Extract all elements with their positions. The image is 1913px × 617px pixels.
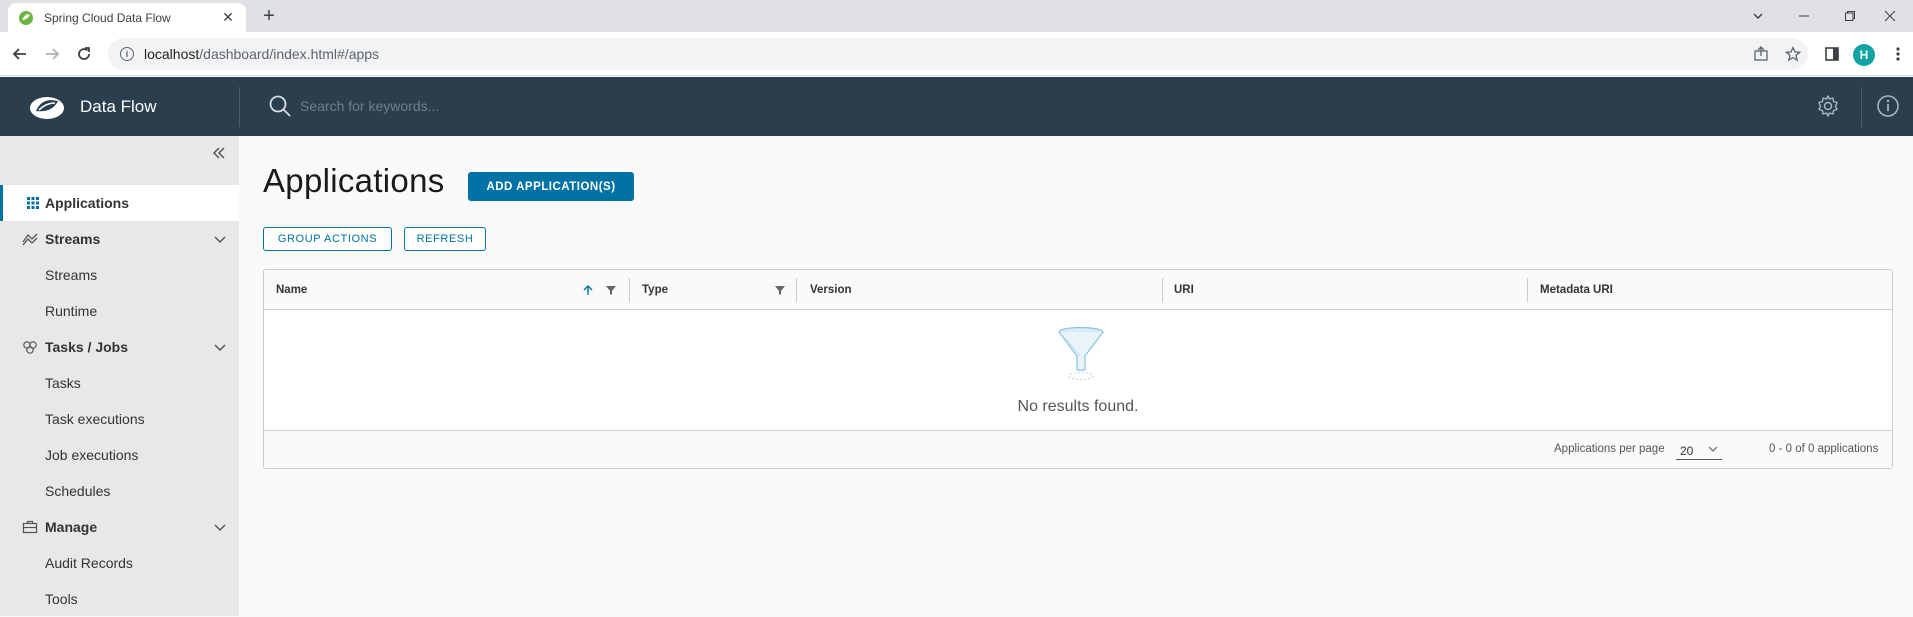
forward-icon[interactable] [38, 40, 66, 68]
column-header-metadata-uri[interactable]: Metadata URI [1540, 270, 1613, 310]
close-window-icon[interactable] [1867, 0, 1913, 32]
main-content: Applications ADD APPLICATION(S) GROUP AC… [239, 136, 1913, 616]
share-icon[interactable] [1749, 42, 1773, 66]
sidebar-item-label: Tasks / Jobs [45, 339, 129, 355]
sidebar-item-label: Tasks [45, 375, 81, 391]
filter-icon[interactable] [605, 284, 617, 296]
sidebar-item-tasks[interactable]: Tasks [0, 365, 239, 401]
header-divider [239, 87, 240, 127]
group-actions-button[interactable]: GROUP ACTIONS [263, 227, 392, 251]
column-header-uri[interactable]: URI [1174, 270, 1194, 310]
column-header-name[interactable]: Name [276, 270, 307, 310]
per-page-value: 20 [1680, 444, 1694, 458]
tasks-icon [23, 341, 37, 354]
collapse-sidebar-icon[interactable] [212, 146, 228, 162]
column-separator[interactable] [1527, 278, 1528, 302]
refresh-button[interactable]: REFRESH [404, 227, 486, 251]
sidebar: Applications Streams Streams Runtime Tas… [0, 136, 239, 616]
chevron-down-icon [214, 344, 226, 352]
close-tab-icon[interactable]: ✕ [220, 9, 236, 26]
settings-gear-icon[interactable] [1816, 94, 1840, 118]
app-header: Data Flow [0, 77, 1913, 136]
sidebar-item-tools[interactable]: Tools [0, 581, 239, 617]
info-icon[interactable] [1876, 94, 1900, 118]
header-divider-right [1861, 87, 1862, 127]
table-header: Name Type Version URI Metadata URI [264, 270, 1892, 310]
sidebar-item-label: Schedules [45, 483, 111, 499]
sidebar-item-label: Job executions [45, 447, 139, 463]
streams-icon [22, 233, 38, 246]
sidebar-group-streams[interactable]: Streams [0, 221, 239, 257]
minimize-icon[interactable] [1781, 0, 1827, 32]
search-icon [269, 95, 291, 117]
sidebar-item-label: Task executions [45, 411, 145, 427]
pagination-count: 0 - 0 of 0 applications [1769, 443, 1879, 455]
spring-favicon-icon [19, 10, 33, 25]
search-box [268, 94, 700, 118]
search-input[interactable] [300, 98, 700, 114]
browser-toolbar: i localhost/dashboard/index.html#/apps H [0, 32, 1913, 76]
column-header-version[interactable]: Version [810, 270, 852, 310]
column-separator[interactable] [629, 278, 630, 302]
filter-icon[interactable] [774, 284, 786, 296]
empty-state: No results found. [264, 310, 1892, 430]
sidebar-item-label: Streams [45, 231, 101, 247]
side-panel-icon[interactable] [1820, 42, 1844, 66]
chevron-down-icon [214, 236, 226, 244]
add-application-button[interactable]: ADD APPLICATION(S) [468, 172, 634, 201]
reload-icon[interactable] [70, 40, 98, 68]
applications-table: Name Type Version URI Metadata URI No re… [263, 269, 1893, 469]
sidebar-item-label: Tools [45, 591, 78, 607]
chevron-down-icon [214, 524, 226, 532]
per-page-label: Applications per page [1554, 443, 1665, 455]
sidebar-item-label: Streams [45, 267, 98, 283]
sidebar-item-label: Manage [45, 519, 98, 535]
sidebar-group-tasks-jobs[interactable]: Tasks / Jobs [0, 329, 239, 365]
column-separator[interactable] [1162, 278, 1163, 302]
browser-tab-title: Spring Cloud Data Flow [44, 10, 171, 25]
browser-tab-strip: Spring Cloud Data Flow ✕ + [0, 0, 1913, 32]
empty-message: No results found. [1017, 398, 1139, 415]
apps-grid-icon [27, 197, 39, 209]
browser-tab[interactable]: Spring Cloud Data Flow ✕ [8, 3, 246, 32]
sort-ascending-icon[interactable] [582, 284, 594, 296]
brand-name: Data Flow [80, 96, 157, 116]
url-host: localhost [144, 46, 200, 62]
back-icon[interactable] [6, 40, 34, 68]
sidebar-item-label: Runtime [45, 303, 98, 319]
empty-funnel-icon [1058, 326, 1104, 380]
sidebar-item-label: Applications [45, 195, 130, 211]
url-path: /dashboard/index.html#/apps [199, 46, 380, 62]
browser-menu-icon[interactable] [1886, 42, 1910, 66]
table-footer: Applications per page 20 0 - 0 of 0 appl… [264, 430, 1892, 468]
tab-search-icon[interactable] [1735, 0, 1781, 32]
sidebar-item-streams[interactable]: Streams [0, 257, 239, 293]
column-header-type[interactable]: Type [642, 270, 668, 310]
address-bar[interactable]: i localhost/dashboard/index.html#/apps [108, 38, 1808, 70]
profile-avatar[interactable]: H [1853, 44, 1875, 66]
sidebar-item-schedules[interactable]: Schedules [0, 473, 239, 509]
sidebar-item-job-executions[interactable]: Job executions [0, 437, 239, 473]
brand[interactable]: Data Flow [28, 77, 157, 136]
chevron-down-icon [1708, 446, 1718, 452]
per-page-select[interactable]: 20 [1676, 442, 1722, 460]
sidebar-item-label: Audit Records [45, 555, 133, 571]
sidebar-item-applications[interactable]: Applications [0, 185, 239, 221]
data-flow-logo-icon [30, 96, 64, 119]
page-title: Applications [263, 162, 445, 199]
sidebar-group-manage[interactable]: Manage [0, 509, 239, 545]
sidebar-item-task-executions[interactable]: Task executions [0, 401, 239, 437]
sidebar-item-runtime[interactable]: Runtime [0, 293, 239, 329]
briefcase-icon [22, 520, 38, 534]
site-info-icon[interactable]: i [120, 47, 134, 61]
column-separator[interactable] [796, 278, 797, 302]
bookmark-star-icon[interactable] [1781, 42, 1805, 66]
sidebar-item-audit-records[interactable]: Audit Records [0, 545, 239, 581]
new-tab-icon[interactable]: + [258, 5, 280, 27]
